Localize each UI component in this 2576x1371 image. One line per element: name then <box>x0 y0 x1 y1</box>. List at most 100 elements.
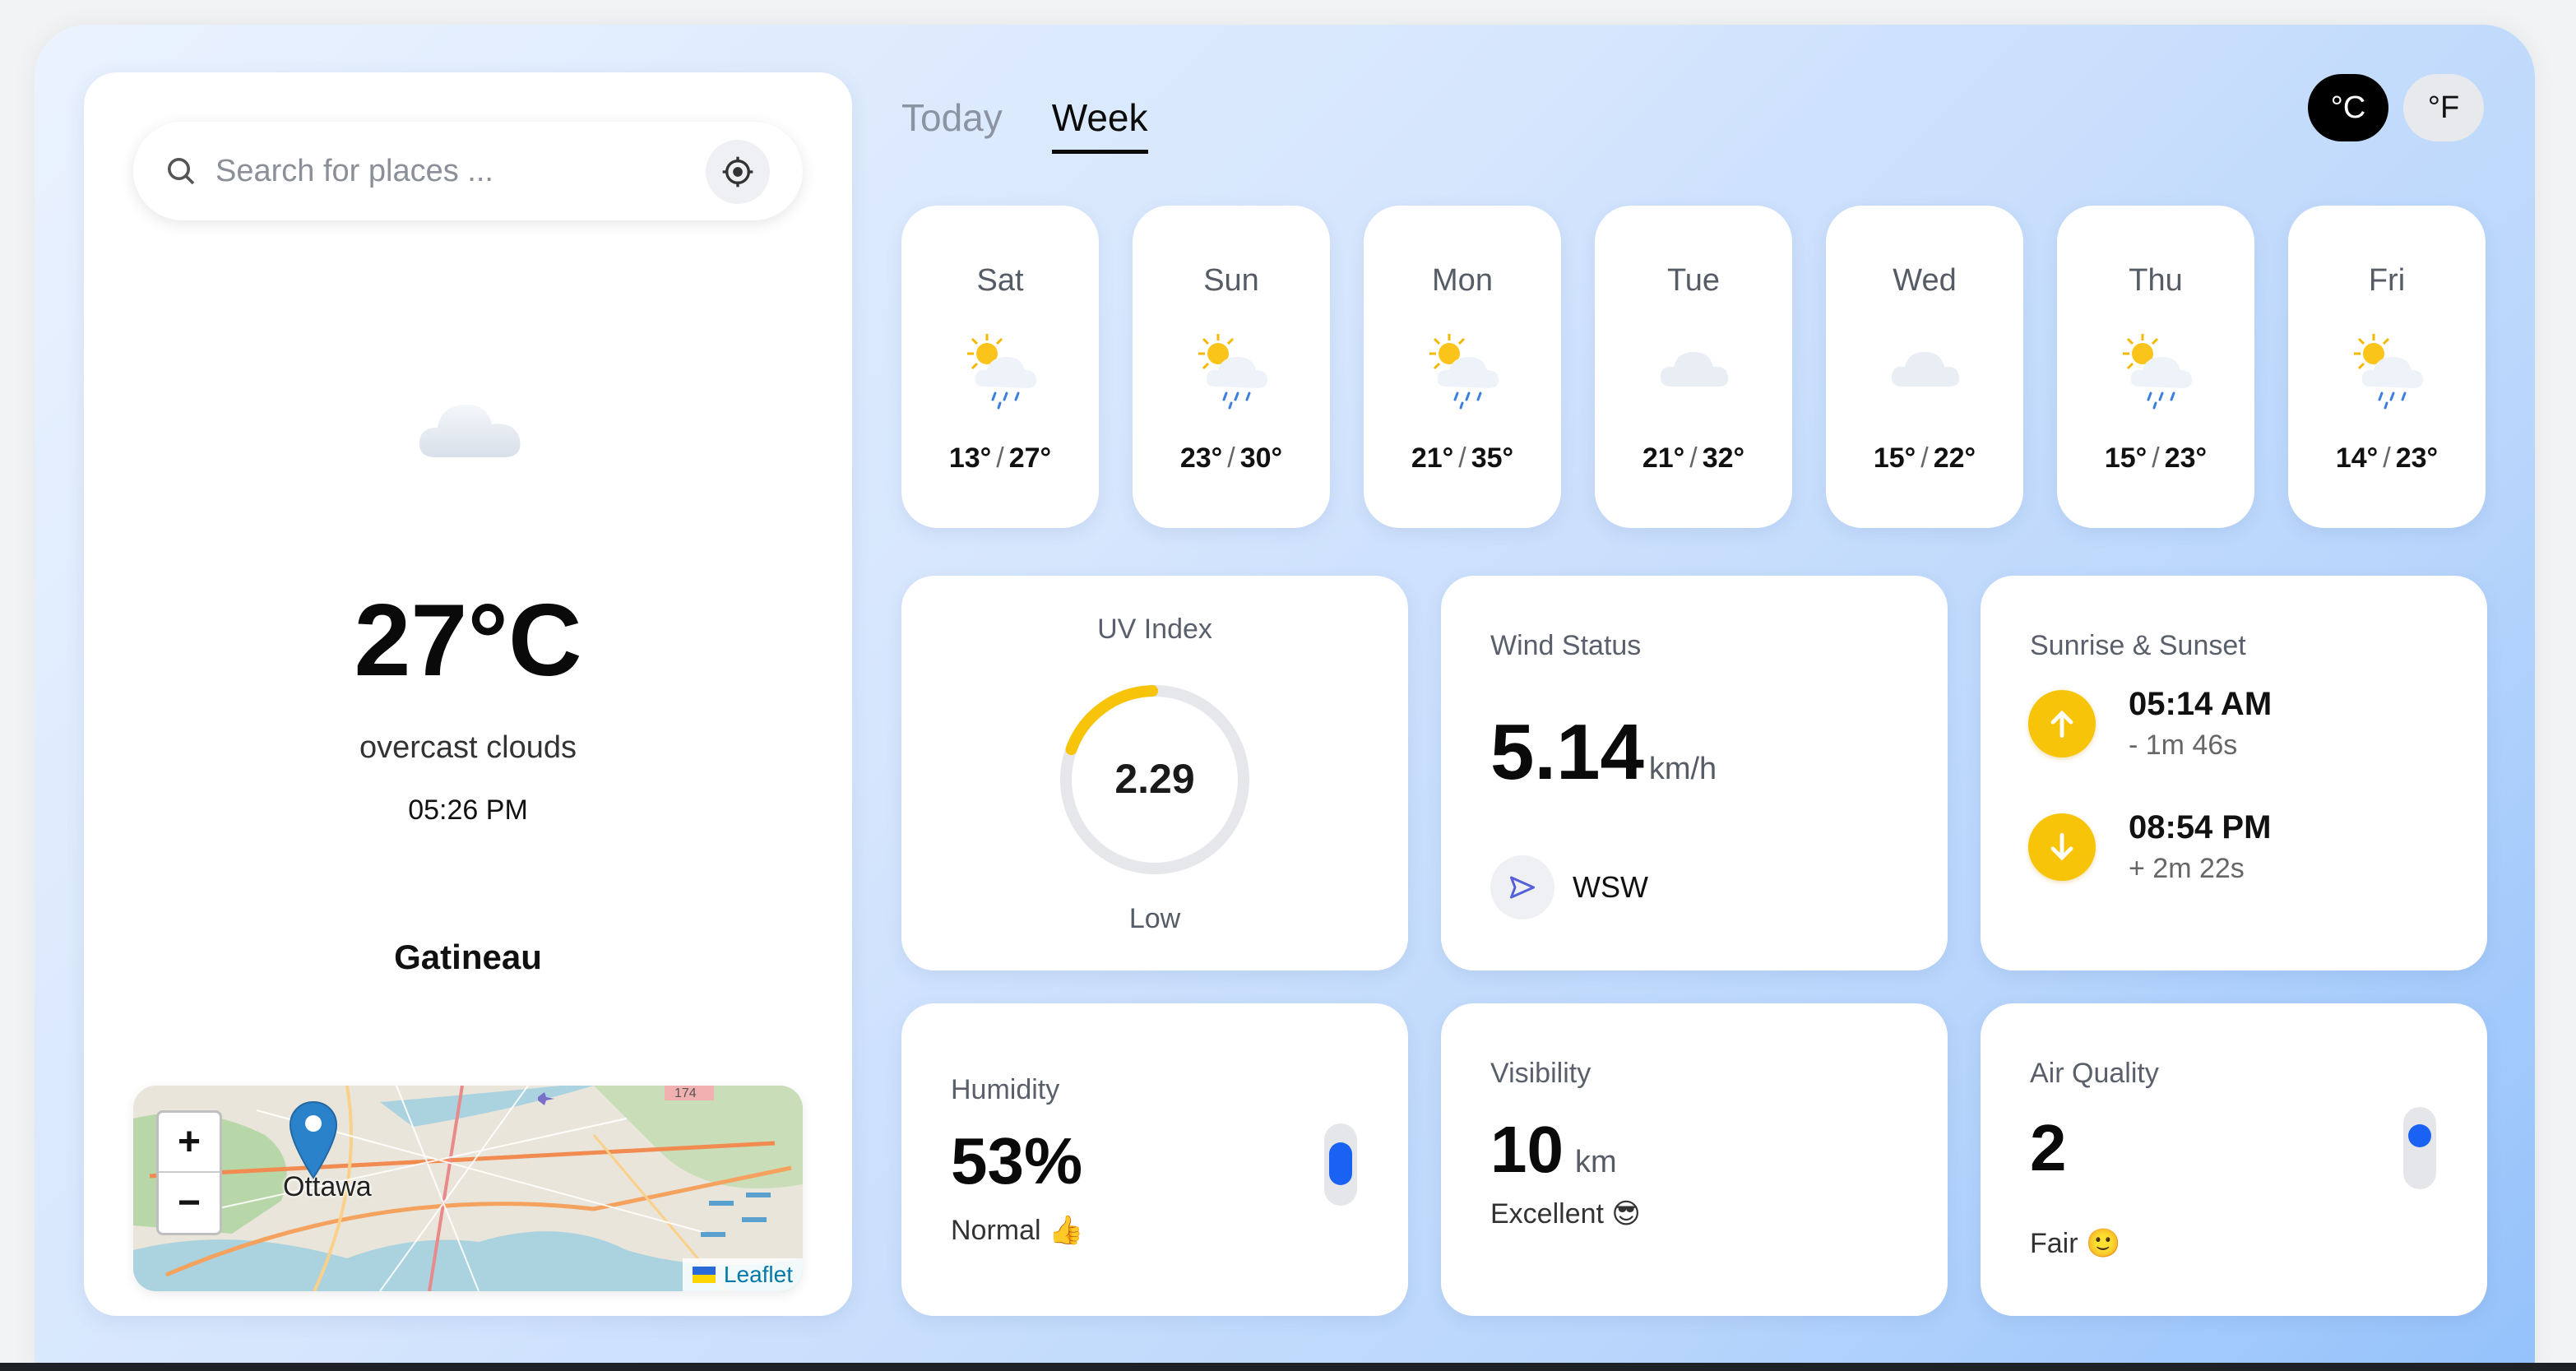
attribution-link[interactable]: Leaflet <box>724 1262 793 1288</box>
wind-direction-label: WSW <box>1573 870 1648 904</box>
wind-status-title: Wind Status <box>1490 630 1642 661</box>
day-temperature-range: 15°/22° <box>1826 442 2023 475</box>
day-low: 21° <box>1642 442 1685 474</box>
wind-speed-value: 5.14 <box>1490 708 1644 796</box>
humidity-level-bar <box>1324 1123 1357 1206</box>
air-quality-title: Air Quality <box>2030 1058 2159 1089</box>
ukraine-flag-icon <box>692 1267 716 1283</box>
visibility-number: 10 <box>1490 1113 1564 1186</box>
range-separator: / <box>1689 442 1698 474</box>
visibility-card: Visibility 10 km Excellent 😎 <box>1441 1003 1948 1316</box>
arrow-down-icon <box>2028 813 2096 881</box>
day-name: Sat <box>976 263 1024 298</box>
wind-status-card: Wind Status 5.14 km/h WSW <box>1441 576 1948 970</box>
celsius-button[interactable]: °C <box>2308 74 2388 141</box>
weather-description: overcast clouds <box>359 730 577 765</box>
sunrise-sunset-title: Sunrise & Sunset <box>2030 630 2246 661</box>
day-high: 27° <box>1008 442 1052 474</box>
air-quality-level-indicator <box>2408 1124 2431 1147</box>
visibility-value: 10 km <box>1490 1112 1617 1188</box>
visibility-title: Visibility <box>1490 1058 1591 1089</box>
taskbar-edge <box>0 1363 2576 1371</box>
zoom-out-button[interactable]: − <box>159 1173 220 1233</box>
humidity-label: Normal 👍 <box>951 1215 1084 1246</box>
day-name: Wed <box>1893 263 1957 298</box>
air-quality-value: 2 <box>2030 1111 2067 1184</box>
crosshair-icon <box>722 156 753 188</box>
day-high: 23° <box>2164 442 2208 474</box>
day-card-tue[interactable]: Tue 21°/32° <box>1595 206 1792 528</box>
day-low: 14° <box>2335 442 2379 474</box>
day-card-mon[interactable]: Mon 21°/35° <box>1364 206 1561 528</box>
sidebar: 27°C overcast clouds 05:26 PM Gatineau <box>84 72 852 1316</box>
wind-direction: WSW <box>1490 855 1648 919</box>
day-name: Sun <box>1203 263 1259 298</box>
sunrise-row: 05:14 AM - 1m 46s <box>2028 686 2272 762</box>
uv-index-card: UV Index 2.29 Low <box>901 576 1408 970</box>
air-quality-level-bar <box>2403 1107 2436 1189</box>
app-window: 27°C overcast clouds 05:26 PM Gatineau <box>35 25 2535 1371</box>
humidity-value: 53% <box>951 1124 1083 1197</box>
search-icon <box>168 158 195 185</box>
air-quality-card: Air Quality 2 Fair 🙂 <box>1981 1003 2487 1316</box>
current-time: 05:26 PM <box>408 794 528 826</box>
day-temperature-range: 21°/35° <box>1364 442 1561 475</box>
day-low: 15° <box>2104 442 2147 474</box>
range-separator: / <box>996 442 1004 474</box>
day-high: 32° <box>1702 442 1745 474</box>
map-marker-icon[interactable] <box>288 1100 339 1181</box>
sunrise-delta: - 1m 46s <box>2129 730 2238 761</box>
week-forecast: Sat 13°/27° Sun 23°/30° Mon 21°/35° Tue 21°/32°… <box>901 206 2489 528</box>
day-temperature-range: 14°/23° <box>2288 442 2486 475</box>
day-card-wed[interactable]: Wed 15°/22° <box>1826 206 2023 528</box>
map-zoom-control: + − <box>156 1110 222 1235</box>
range-separator: / <box>2383 442 2391 474</box>
current-location-button[interactable] <box>706 140 770 204</box>
day-card-fri[interactable]: Fri 14°/23° <box>2288 206 2486 528</box>
day-low: 23° <box>1179 442 1223 474</box>
wind-speed-unit: km/h <box>1648 752 1717 786</box>
day-card-thu[interactable]: Thu 15°/23° <box>2057 206 2254 528</box>
fahrenheit-button[interactable]: °F <box>2403 74 2484 141</box>
uv-index-title: UV Index <box>1097 614 1212 645</box>
location-map[interactable]: 174 Ottawa + − Leaflet <box>133 1086 803 1291</box>
range-separator: / <box>1458 442 1466 474</box>
svg-text:174: 174 <box>674 1086 697 1100</box>
day-high: 22° <box>1933 442 1976 474</box>
tab-today[interactable]: Today <box>901 95 1003 154</box>
day-high: 23° <box>2395 442 2439 474</box>
day-temperature-range: 21°/32° <box>1595 442 1792 475</box>
sunrise-sunset-card: Sunrise & Sunset 05:14 AM - 1m 46s 08:54… <box>1981 576 2487 970</box>
zoom-in-button[interactable]: + <box>159 1113 220 1173</box>
cloud-icon <box>1883 329 1966 411</box>
range-separator: / <box>1920 442 1929 474</box>
day-card-sat[interactable]: Sat 13°/27° <box>901 206 1099 528</box>
map-attribution[interactable]: Leaflet <box>682 1258 803 1291</box>
navigation-arrow-icon <box>1490 855 1554 919</box>
day-card-sun[interactable]: Sun 23°/30° <box>1133 206 1330 528</box>
day-high: 30° <box>1239 442 1283 474</box>
day-temperature-range: 13°/27° <box>901 442 1099 475</box>
day-temperature-range: 23°/30° <box>1133 442 1330 475</box>
humidity-card: Humidity 53% Normal 👍 <box>901 1003 1408 1316</box>
day-name: Tue <box>1666 263 1721 298</box>
humidity-title: Humidity <box>951 1074 1060 1105</box>
cloud-icon <box>1652 329 1735 411</box>
air-quality-label: Fair 🙂 <box>2030 1228 2121 1259</box>
search-input[interactable] <box>215 141 709 201</box>
uv-index-value: 2.29 <box>1114 756 1195 802</box>
sun-cloud-rain-icon <box>959 329 1041 411</box>
city-name: Gatineau <box>394 938 542 976</box>
visibility-label: Excellent 😎 <box>1490 1198 1641 1230</box>
tab-week[interactable]: Week <box>1051 95 1148 154</box>
sun-cloud-rain-icon <box>2346 329 2428 411</box>
humidity-level-indicator <box>1329 1142 1352 1185</box>
sunset-delta: + 2m 22s <box>2129 853 2245 884</box>
arrow-up-icon <box>2028 690 2096 757</box>
cloud-icon <box>419 404 521 457</box>
search-bar[interactable] <box>133 122 803 220</box>
day-high: 35° <box>1471 442 1514 474</box>
current-temperature: 27°C <box>354 584 582 697</box>
sunrise-time: 05:14 AM <box>2129 686 2273 722</box>
sunset-row: 08:54 PM + 2m 22s <box>2028 809 2271 885</box>
